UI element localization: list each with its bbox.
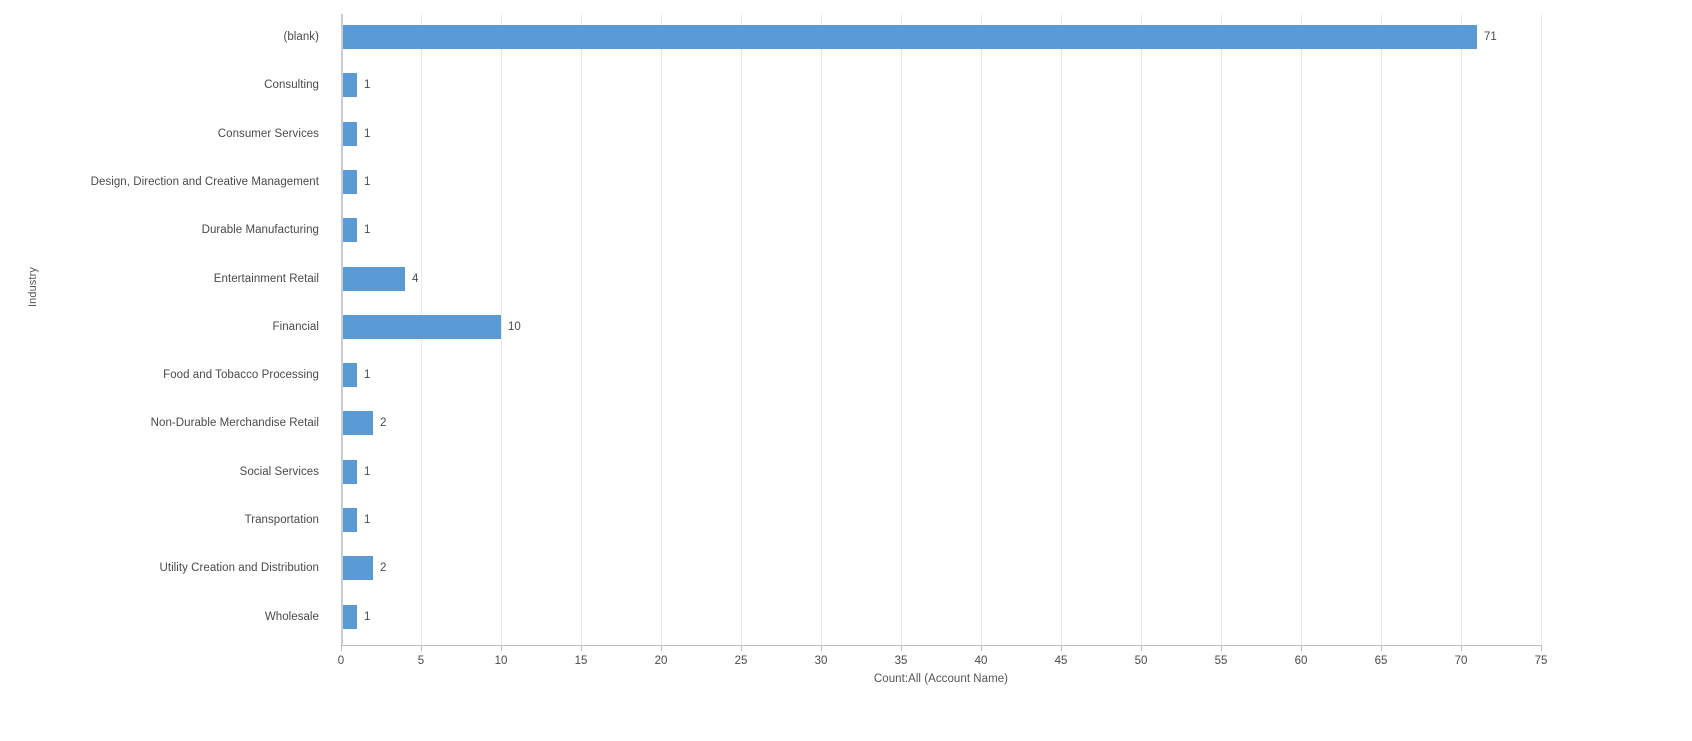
bar[interactable] [341, 73, 357, 98]
x-axis-tick [1381, 645, 1382, 651]
bar-value-label: 1 [364, 175, 371, 188]
x-axis-tick-label: 5 [417, 655, 425, 667]
bar-value-label: 2 [380, 417, 387, 430]
gridline [501, 14, 502, 645]
x-axis-tick [1141, 645, 1142, 651]
x-axis-tick-label: 50 [1134, 655, 1148, 667]
x-axis-tick-label: 75 [1534, 655, 1548, 667]
x-axis-tick-label: 65 [1374, 655, 1388, 667]
bar[interactable] [341, 459, 357, 484]
x-axis-tick [981, 645, 982, 651]
gridline [821, 14, 822, 645]
x-axis-tick [1301, 645, 1302, 651]
x-axis-tick [741, 645, 742, 651]
gridline [741, 14, 742, 645]
bar-value-label: 1 [364, 369, 371, 382]
bar[interactable] [341, 556, 373, 581]
x-axis-tick [1221, 645, 1222, 651]
bar[interactable] [341, 169, 357, 194]
x-axis-tick-label: 0 [337, 655, 345, 667]
bar-value-label: 71 [1484, 31, 1497, 43]
bar[interactable] [341, 25, 1477, 49]
gridline [661, 14, 662, 645]
x-axis-tick-label: 25 [734, 655, 748, 667]
gridline [581, 14, 582, 645]
y-axis-category-label[interactable]: Financial [0, 320, 319, 334]
x-axis-tick-label: 70 [1454, 655, 1468, 667]
bar-value-label: 1 [364, 514, 371, 526]
gridline [981, 14, 982, 645]
gridline [1381, 14, 1382, 645]
x-axis-tick [901, 645, 902, 651]
bar-value-label: 4 [412, 272, 419, 285]
y-axis-category-label[interactable]: Consumer Services [0, 127, 319, 141]
x-axis-tick-label: 30 [814, 655, 828, 667]
bar-chart: Industry (blank) Consulting Consumer Servi… [0, 0, 1692, 741]
x-axis-line [341, 645, 1541, 646]
bar-value-label: 10 [508, 320, 521, 333]
x-axis-tick-label: 20 [654, 655, 668, 667]
bar-value-label: 1 [364, 79, 371, 92]
gridline [1461, 14, 1462, 645]
y-axis-category-label[interactable]: Transportation [0, 513, 319, 527]
y-axis-category-label[interactable]: Design, Direction and Creative Managemen… [0, 175, 319, 189]
bar-value-label: 1 [364, 610, 371, 623]
x-axis-title: Count:All (Account Name) [873, 673, 1009, 685]
y-axis-category-label[interactable]: Utility Creation and Distribution [0, 561, 319, 575]
x-axis-tick [821, 645, 822, 651]
bar-value-label: 1 [364, 224, 371, 237]
gridline [1141, 14, 1142, 645]
y-axis-category-labels: (blank) Consulting Consumer Services Design… [0, 14, 330, 629]
x-axis-tick-label: 10 [494, 655, 508, 667]
bar[interactable] [341, 411, 373, 436]
x-axis-tick-label: 55 [1214, 655, 1228, 667]
y-axis-category-label[interactable]: (blank) [0, 30, 319, 44]
y-axis-category-label[interactable]: Durable Manufacturing [0, 223, 319, 237]
bar[interactable] [341, 266, 405, 291]
bar[interactable] [341, 121, 357, 146]
bar[interactable] [341, 218, 357, 243]
x-axis-tick-label: 35 [894, 655, 908, 667]
y-axis-category-label[interactable]: Wholesale [0, 610, 319, 624]
x-axis-tick-label: 45 [1054, 655, 1068, 667]
gridline [1541, 14, 1542, 645]
plot-area: 71 1 1 1 1 4 10 1 2 1 1 2 1 [341, 14, 1542, 645]
bar[interactable] [341, 604, 357, 629]
y-axis-category-label[interactable]: Food and Tobacco Processing [0, 368, 319, 382]
x-axis-tick [1541, 645, 1542, 651]
bar-value-label: 2 [380, 562, 387, 575]
bar[interactable] [341, 363, 357, 388]
x-axis-tick [341, 645, 342, 651]
x-axis-tick [501, 645, 502, 651]
gridline [1301, 14, 1302, 645]
bar[interactable] [341, 314, 501, 339]
bar[interactable] [341, 508, 357, 532]
y-axis-category-label[interactable]: Consulting [0, 78, 319, 92]
y-axis-category-label[interactable]: Social Services [0, 465, 319, 479]
gridline [1061, 14, 1062, 645]
x-axis-tick [661, 645, 662, 651]
x-axis-tick [1461, 645, 1462, 651]
y-axis-line [341, 14, 343, 645]
x-axis-tick-label: 40 [974, 655, 988, 667]
gridline [901, 14, 902, 645]
bar-value-label: 1 [364, 127, 371, 140]
x-axis-tick-label: 60 [1294, 655, 1308, 667]
y-axis-category-label[interactable]: Non-Durable Merchandise Retail [0, 416, 319, 430]
x-axis-tick [581, 645, 582, 651]
x-axis-tick [1061, 645, 1062, 651]
bar-value-label: 1 [364, 465, 371, 478]
y-axis-category-label[interactable]: Entertainment Retail [0, 272, 319, 286]
x-axis-tick [421, 645, 422, 651]
gridline [1221, 14, 1222, 645]
x-axis-tick-label: 15 [574, 655, 588, 667]
